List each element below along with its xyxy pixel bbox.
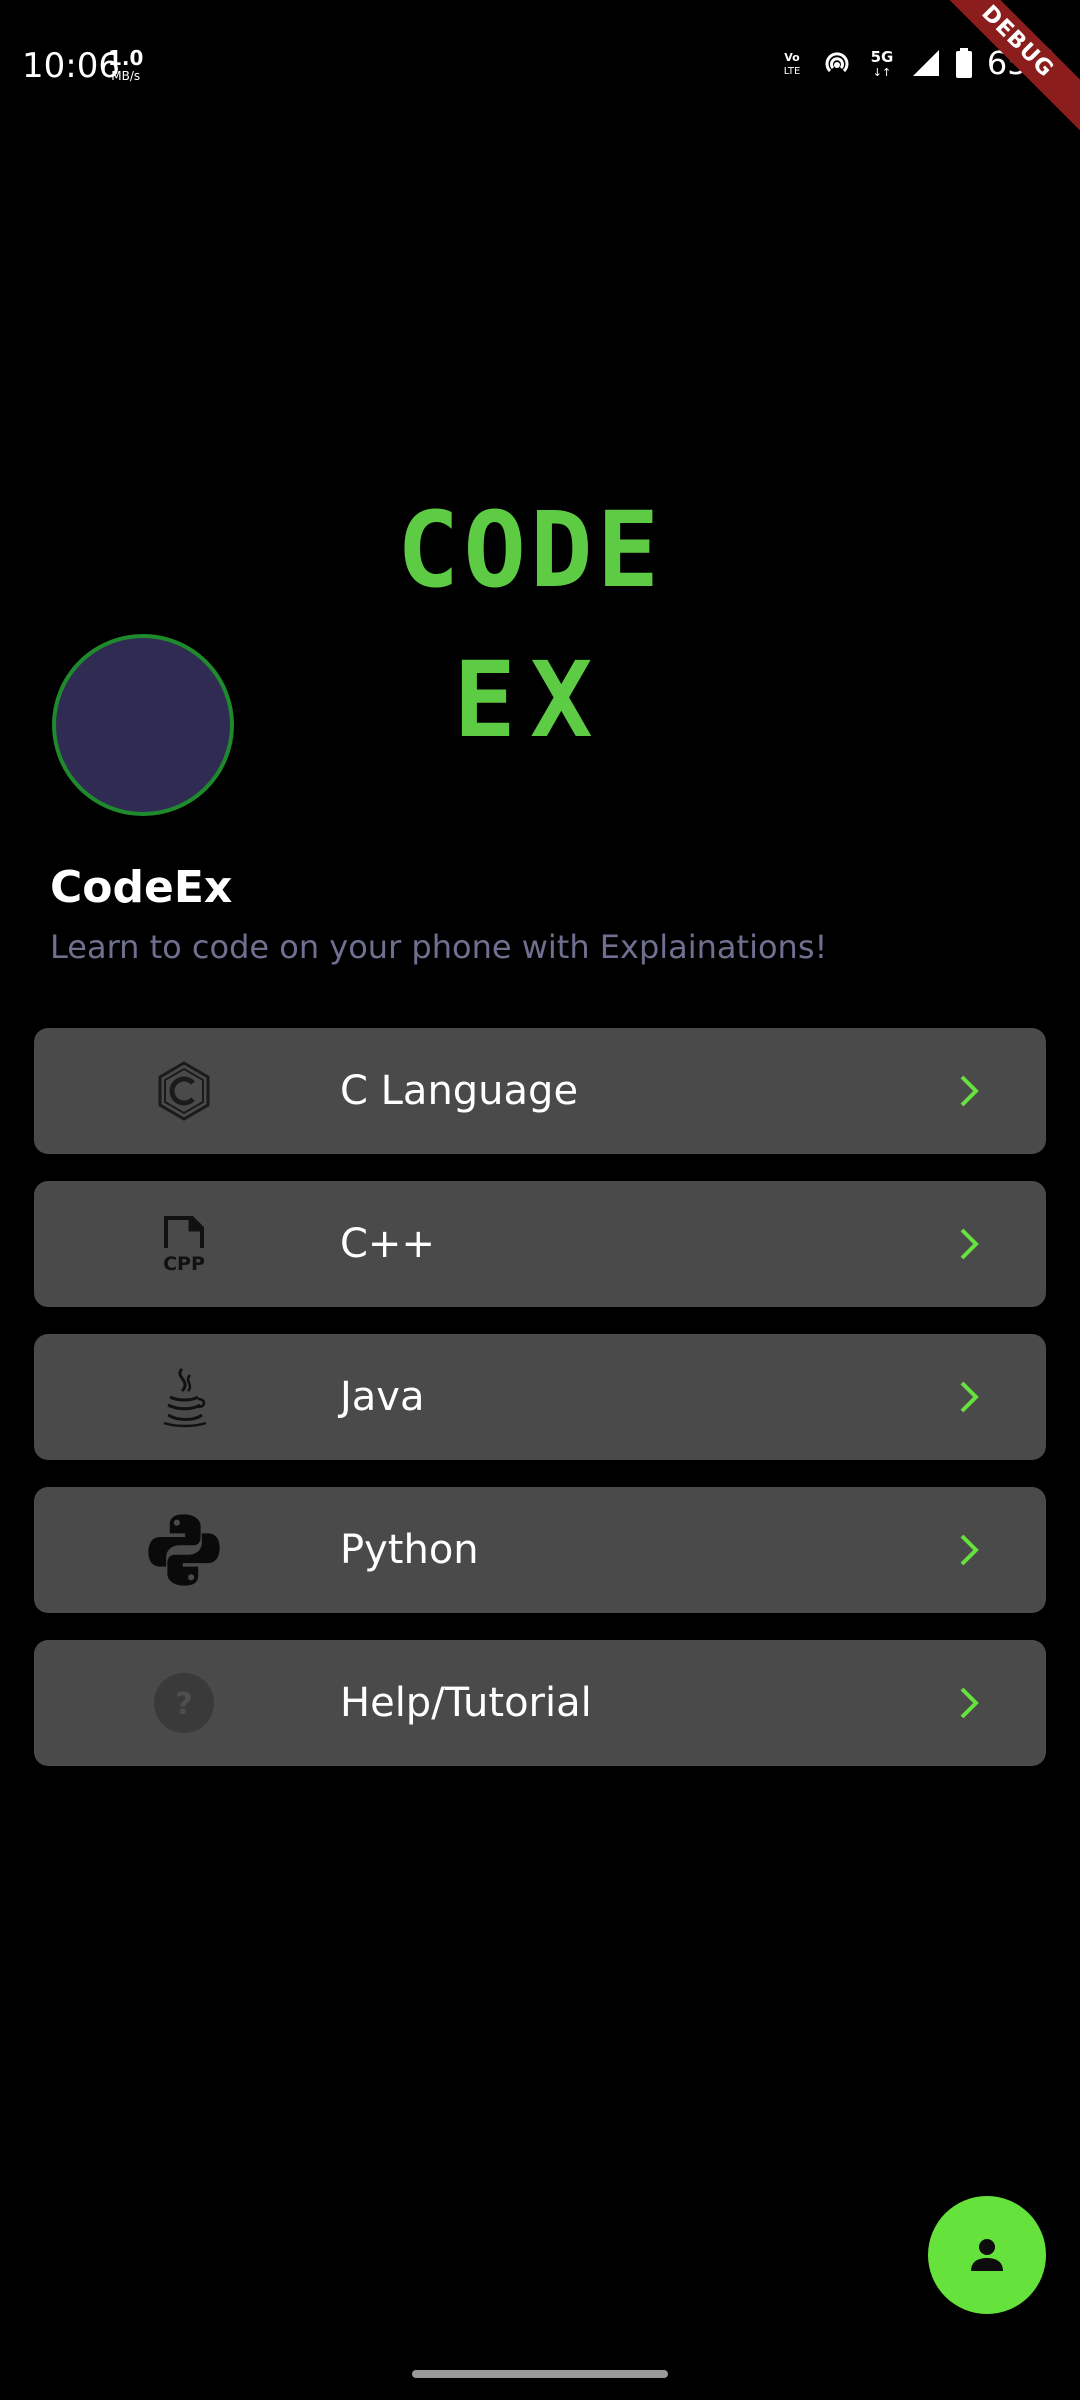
status-time: 10:06 bbox=[22, 46, 120, 86]
svg-text:LTE: LTE bbox=[784, 66, 801, 77]
course-label: C++ bbox=[340, 1221, 435, 1267]
chevron-right-icon bbox=[960, 1228, 979, 1260]
svg-text:↓↑: ↓↑ bbox=[873, 66, 891, 79]
help-icon: ? bbox=[154, 1673, 214, 1733]
course-item-cpp[interactable]: CPP C++ bbox=[34, 1181, 1046, 1307]
course-list: C Language CPP C++ Java Python ? Help/Tu… bbox=[34, 1028, 1046, 1793]
cpp-file-icon: CPP bbox=[163, 1216, 205, 1275]
person-icon bbox=[971, 2239, 1003, 2271]
python-icon bbox=[148, 1514, 220, 1586]
avatar bbox=[52, 634, 234, 816]
battery-icon bbox=[955, 48, 972, 78]
c-language-icon bbox=[158, 1061, 210, 1121]
net-speed-unit: MB/s bbox=[111, 69, 141, 83]
codeex-logo: CODE EX bbox=[397, 500, 663, 760]
java-icon bbox=[163, 1367, 207, 1428]
app-title: CodeEx bbox=[50, 862, 233, 913]
svg-text:?: ? bbox=[175, 1687, 192, 1722]
svg-text:Vo: Vo bbox=[784, 51, 800, 64]
net-speed-value: 1.0 bbox=[108, 46, 144, 70]
course-item-java[interactable]: Java bbox=[34, 1334, 1046, 1460]
status-bar: 10:06 1.0 MB/s Vo LTE 5G ↓↑ 65% bbox=[0, 0, 1080, 130]
logo-line2: EX bbox=[453, 639, 606, 760]
course-item-help-tutorial[interactable]: ? Help/Tutorial bbox=[34, 1640, 1046, 1766]
course-label: C Language bbox=[340, 1068, 579, 1114]
logo-line1: CODE bbox=[397, 500, 663, 611]
course-item-python[interactable]: Python bbox=[34, 1487, 1046, 1613]
course-item-c-language[interactable]: C Language bbox=[34, 1028, 1046, 1154]
chevron-right-icon bbox=[960, 1534, 979, 1566]
chevron-right-icon bbox=[960, 1381, 979, 1413]
app-subtitle: Learn to code on your phone with Explain… bbox=[50, 928, 828, 966]
hotspot-icon bbox=[825, 52, 849, 73]
net-speed: 1.0 MB/s bbox=[108, 48, 143, 82]
course-label: Help/Tutorial bbox=[340, 1680, 592, 1726]
svg-text:5G: 5G bbox=[871, 48, 894, 66]
profile-fab-button[interactable] bbox=[928, 2196, 1046, 2314]
chevron-right-icon bbox=[960, 1687, 979, 1719]
course-label: Python bbox=[340, 1527, 479, 1573]
volte-icon: Vo LTE bbox=[784, 51, 801, 77]
course-label: Java bbox=[340, 1374, 425, 1420]
5g-icon: 5G ↓↑ bbox=[871, 48, 894, 79]
home-indicator[interactable] bbox=[412, 2370, 668, 2378]
signal-icon bbox=[912, 50, 939, 76]
svg-text:CPP: CPP bbox=[163, 1253, 205, 1275]
chevron-right-icon bbox=[960, 1075, 979, 1107]
